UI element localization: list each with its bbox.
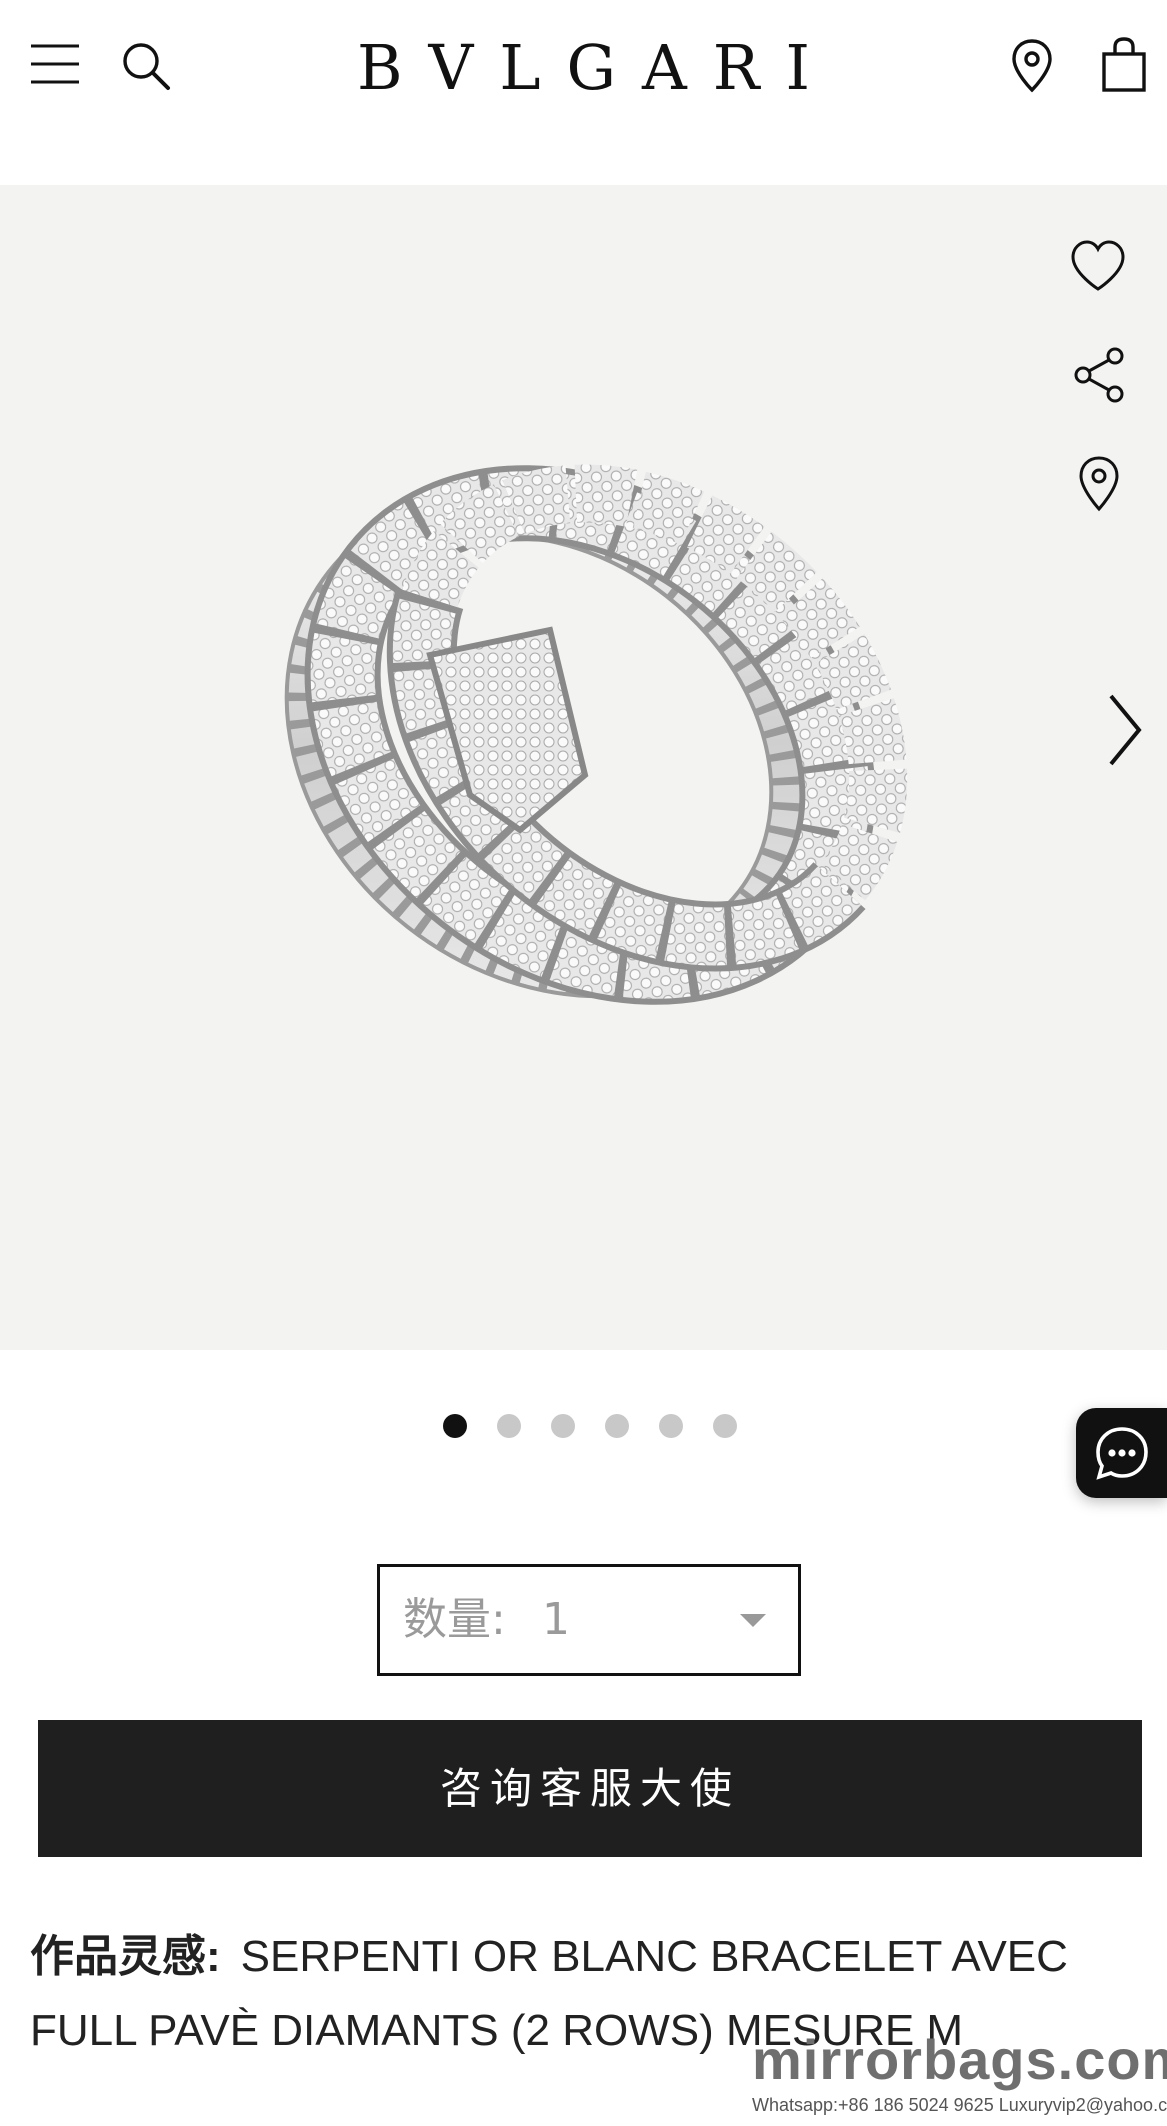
- brand-logo[interactable]: BVLGARI: [0, 28, 1167, 108]
- chat-button[interactable]: [1076, 1408, 1167, 1498]
- slide-dot-4[interactable]: [605, 1414, 629, 1438]
- quantity-value: 1: [542, 1594, 570, 1645]
- product-gallery[interactable]: [0, 185, 1167, 1350]
- cart-button[interactable]: [1098, 34, 1150, 96]
- description-label: 作品灵感:: [30, 1932, 221, 1981]
- quantity-label: 数量:: [403, 1594, 506, 1645]
- slide-dot-2[interactable]: [497, 1414, 521, 1438]
- quantity-select[interactable]: 数量: 1: [377, 1564, 801, 1676]
- slide-dot-6[interactable]: [713, 1414, 737, 1438]
- share-button[interactable]: [1070, 345, 1128, 405]
- product-image: [284, 458, 914, 1005]
- watermark-site: mirrorbags.com: [752, 2028, 1167, 2091]
- slide-dot-1[interactable]: [443, 1414, 467, 1438]
- slide-dot-5[interactable]: [659, 1414, 683, 1438]
- watermark-contact: Whatsapp:+86 186 5024 9625 Luxuryvip2@ya…: [752, 2095, 1167, 2115]
- slide-dot-3[interactable]: [551, 1414, 575, 1438]
- location-pin-icon: [1079, 456, 1119, 512]
- boutique-button[interactable]: [1074, 453, 1124, 515]
- store-locator-button[interactable]: [1006, 36, 1058, 96]
- shopping-bag-icon: [1102, 37, 1146, 92]
- chevron-right-icon: [1109, 694, 1142, 766]
- contact-advisor-button[interactable]: 咨询客服大使: [38, 1720, 1142, 1857]
- chat-bubble-icon: [1095, 1427, 1148, 1480]
- share-icon: [1074, 347, 1124, 403]
- heart-icon: [1071, 240, 1125, 291]
- wishlist-button[interactable]: [1068, 237, 1128, 295]
- next-slide-button[interactable]: [1100, 685, 1150, 775]
- store-locator-icon: [1012, 39, 1052, 93]
- dropdown-caret-icon: [740, 1614, 766, 1627]
